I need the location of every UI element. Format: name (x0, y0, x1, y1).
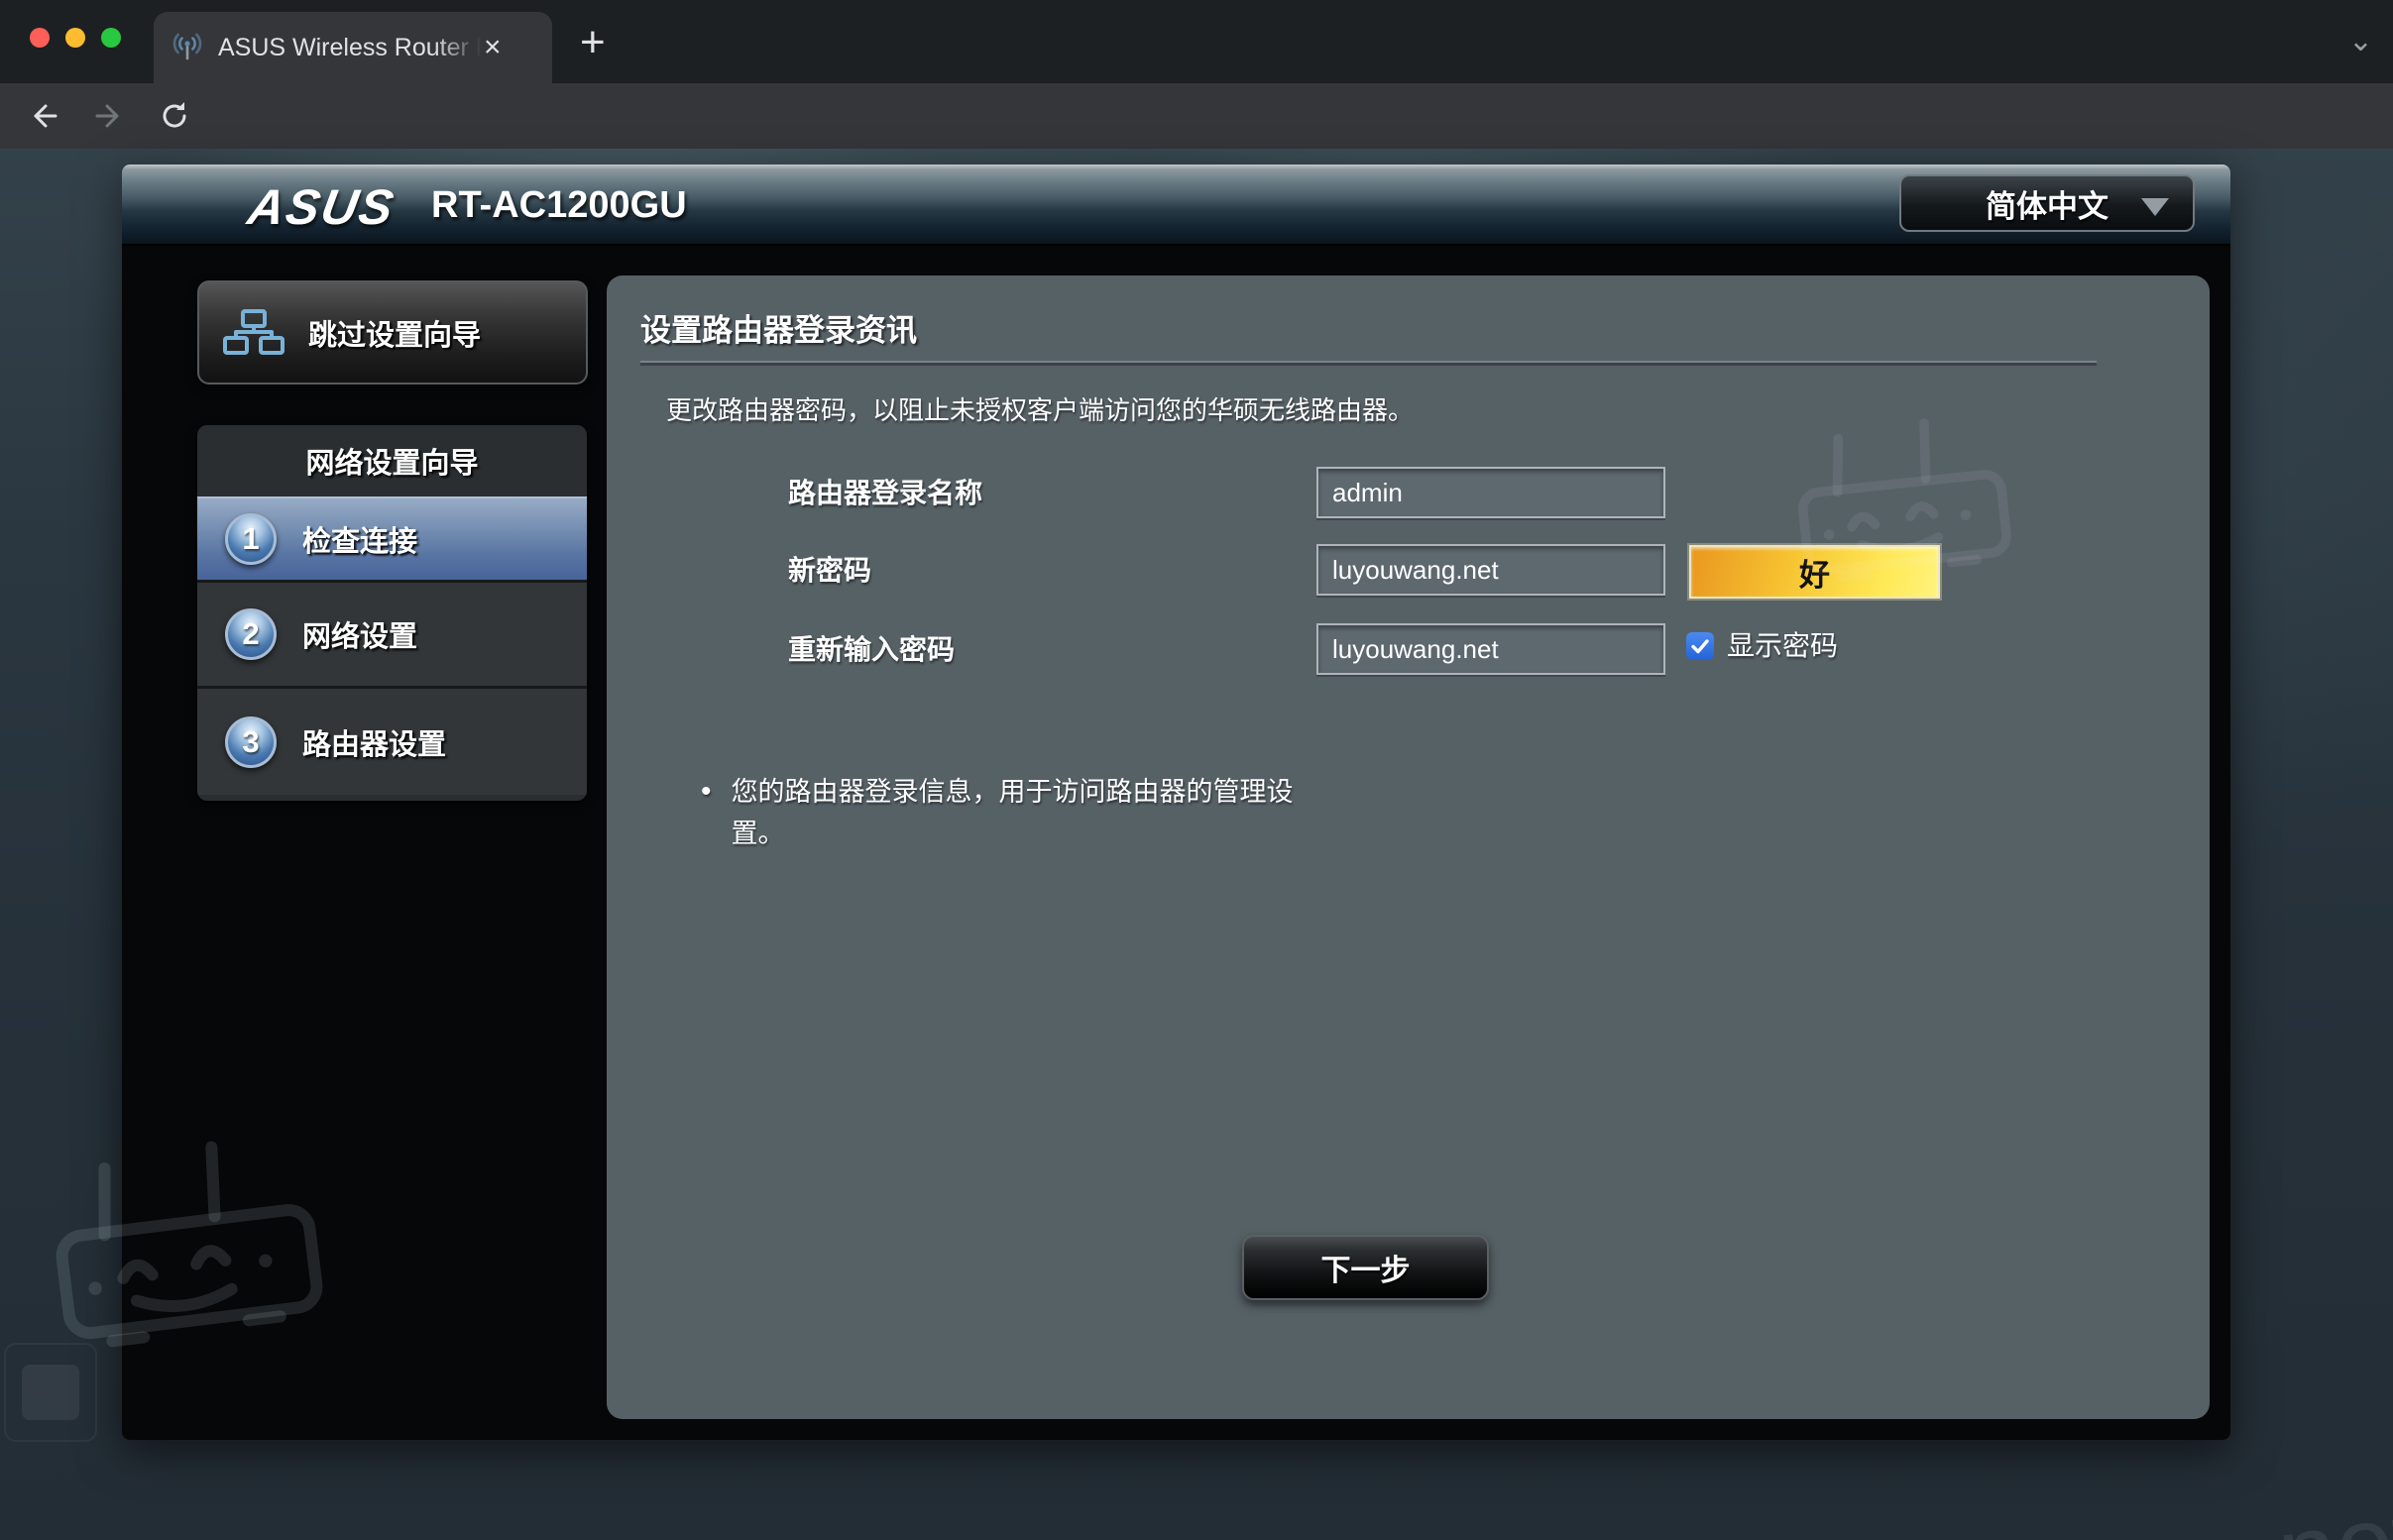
login-info-note: • 您的路由器登录信息，用于访问路由器的管理设置。 (701, 771, 1316, 854)
wizard-step-internet-settings[interactable]: 2 网络设置 (197, 580, 587, 686)
wizard-step-router-settings[interactable]: 3 路由器设置 (197, 686, 587, 795)
macos-browser-window: ASUS Wireless Router RT-AC12 × + ⌄ (0, 0, 2393, 1540)
show-password-checkbox[interactable] (1686, 632, 1714, 660)
next-step-label: 下一步 (1321, 1246, 1411, 1289)
page-description: 更改路由器密码，以阻止未授权客户端访问您的华硕无线路由器。 (666, 390, 1414, 427)
tab-close-icon[interactable]: × (484, 33, 502, 62)
router-header: ASUS RT-AC1200GU 简体中文 (122, 165, 2230, 246)
language-label: 简体中文 (1986, 181, 2108, 226)
browser-tab-strip: ASUS Wireless Router RT-AC12 × + ⌄ (0, 0, 2393, 83)
maximize-window-button[interactable] (101, 28, 121, 48)
retype-password-label: 重新输入密码 (788, 624, 955, 676)
language-selector[interactable]: 简体中文 (1899, 174, 2195, 232)
browser-toolbar: 不安全 192.168.50.1 /QIS_wizard.htm?flag=we… (0, 83, 2393, 149)
wizard-step-check-connection[interactable]: 1 检查连接 (197, 496, 587, 580)
new-password-label: 新密码 (788, 545, 871, 597)
reload-icon[interactable] (157, 98, 192, 134)
browser-tab[interactable]: ASUS Wireless Router RT-AC12 × (154, 12, 552, 83)
tab-title: ASUS Wireless Router RT-AC12 (218, 34, 482, 62)
password-strength-meter: 好 (1689, 545, 1940, 599)
watermark-site-url: www.luyouwang.net (1511, 1479, 2393, 1540)
router-model: RT-AC1200GU (431, 184, 687, 227)
chevron-down-icon (2141, 198, 2169, 216)
title-divider (640, 363, 2097, 366)
retype-password-input[interactable] (1316, 623, 1665, 675)
bullet: • (701, 771, 712, 854)
antenna-favicon-icon (171, 32, 203, 63)
step-label: 路由器设置 (302, 721, 446, 763)
close-window-button[interactable] (30, 28, 50, 48)
step-number-badge: 2 (225, 608, 277, 660)
page-title: 设置路由器登录资讯 (640, 305, 917, 350)
back-icon[interactable] (26, 98, 61, 134)
wizard-title: 网络设置向导 (197, 425, 587, 496)
router-ui-frame: ASUS RT-AC1200GU 简体中文 跳过设置向导 (122, 165, 2230, 1440)
step-number-badge: 1 (225, 513, 277, 565)
step-number-badge: 3 (225, 716, 277, 768)
skip-wizard-button[interactable]: 跳过设置向导 (197, 280, 588, 385)
new-password-input[interactable] (1316, 544, 1665, 596)
password-strength-label: 好 (1799, 550, 1830, 595)
window-controls (30, 28, 121, 48)
step-label: 网络设置 (302, 613, 417, 655)
skip-wizard-label: 跳过设置向导 (308, 312, 481, 354)
login-info-panel: 设置路由器登录资讯 更改路由器密码，以阻止未授权客户端访问您的华硕无线路由器。 … (607, 275, 2210, 1419)
page-background: ASUS RT-AC1200GU 简体中文 跳过设置向导 (0, 149, 2393, 1540)
new-tab-button[interactable]: + (580, 18, 606, 67)
network-icon (223, 307, 285, 359)
watermark-square (4, 1343, 97, 1442)
tab-search-chevron-icon[interactable]: ⌄ (2348, 24, 2373, 58)
asus-logo: ASUS (244, 178, 399, 236)
show-password-label: 显示密码 (1727, 620, 1838, 672)
watermark-url-text: www.luyouwang.net (1511, 1479, 2393, 1540)
minimize-window-button[interactable] (65, 28, 85, 48)
note-text: 您的路由器登录信息，用于访问路由器的管理设置。 (732, 771, 1316, 854)
setup-wizard-panel: 网络设置向导 1 检查连接 2 网络设置 3 路由器设置 (197, 425, 587, 801)
check-icon (1689, 635, 1711, 657)
login-name-label: 路由器登录名称 (788, 468, 982, 519)
step-label: 检查连接 (302, 518, 417, 560)
login-name-input[interactable] (1316, 467, 1665, 518)
next-step-button[interactable]: 下一步 (1242, 1235, 1489, 1300)
forward-icon[interactable] (91, 98, 127, 134)
